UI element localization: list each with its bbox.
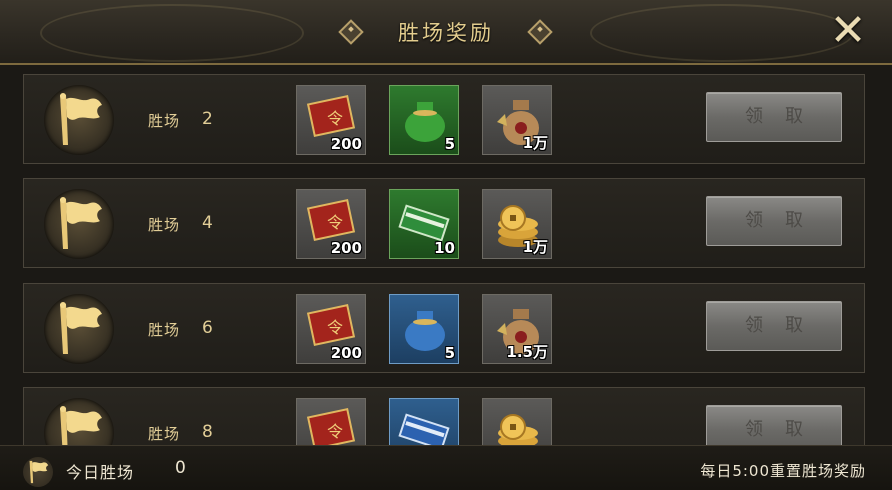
reward-item-money-bag[interactable]: 1.5万: [482, 294, 552, 364]
victory-flag-badge: [44, 398, 114, 445]
coin-stack-icon: [498, 414, 538, 445]
page-title: 胜场奖励: [398, 21, 494, 45]
wins-label: 胜场: [148, 216, 181, 234]
reward-item-green-pouch[interactable]: 5: [389, 85, 459, 155]
flag-icon: [60, 93, 102, 145]
reward-item-red-card[interactable]: 令 200: [296, 85, 366, 155]
close-button[interactable]: ✕: [826, 9, 870, 53]
blue-book-icon: [398, 413, 450, 445]
wins-required: 2: [202, 109, 213, 129]
victory-flag-badge: [44, 294, 114, 364]
today-wins-value: 0: [175, 458, 186, 478]
reward-item-coin-stack[interactable]: [482, 398, 552, 445]
claim-button[interactable]: 领取: [706, 196, 842, 246]
header-bar: 胜场奖励 ✕: [0, 0, 892, 65]
reward-item-blue-pouch[interactable]: 5: [389, 294, 459, 364]
wins-required: 6: [202, 318, 213, 338]
claim-button[interactable]: 领取: [706, 405, 842, 445]
reward-item-red-card[interactable]: 令 200: [296, 189, 366, 259]
svg-text:令: 令: [327, 422, 343, 441]
svg-text:令: 令: [327, 213, 343, 232]
reward-item-coin-stack[interactable]: 1万: [482, 189, 552, 259]
red-card-icon: 令: [306, 408, 356, 445]
reward-item-red-card[interactable]: 令 200: [296, 294, 366, 364]
wins-required: 8: [202, 422, 213, 442]
flag-icon: [60, 406, 102, 445]
victory-flag-badge: [44, 189, 114, 259]
wins-label: 胜场: [148, 321, 181, 339]
reward-item-green-book[interactable]: 10: [389, 189, 459, 259]
svg-text:令: 令: [327, 109, 343, 128]
reward-row-6: 胜场 6 令 200 5 1.5万 领取: [23, 283, 865, 373]
flag-icon: [60, 302, 102, 354]
flag-icon: [60, 197, 102, 249]
today-wins-label: 今日胜场: [66, 463, 135, 482]
reward-item-blue-book[interactable]: [389, 398, 459, 445]
victory-flag-badge: [44, 85, 114, 155]
claim-button[interactable]: 领取: [706, 301, 842, 351]
svg-text:令: 令: [327, 318, 343, 337]
footer-bar: 今日胜场 0 每日5:00重置胜场奖励: [0, 445, 892, 490]
reward-item-money-bag[interactable]: 1万: [482, 85, 552, 155]
wins-label: 胜场: [148, 425, 181, 443]
reward-item-red-card[interactable]: 令: [296, 398, 366, 445]
reward-list[interactable]: 胜场 2 令 200 5 1万 领取 胜场 4 令 200 10 1万 领取 胜…: [0, 65, 892, 445]
reset-note: 每日5:00重置胜场奖励: [700, 462, 866, 480]
wins-required: 4: [202, 213, 213, 233]
victory-flag-small-icon: [23, 457, 53, 487]
reward-row-2: 胜场 2 令 200 5 1万 领取: [23, 74, 865, 164]
reward-row-8: 胜场 8 令 领取: [23, 387, 865, 445]
wins-label: 胜场: [148, 112, 181, 130]
reward-row-4: 胜场 4 令 200 10 1万 领取: [23, 178, 865, 268]
close-icon: ✕: [829, 5, 867, 56]
claim-button[interactable]: 领取: [706, 92, 842, 142]
